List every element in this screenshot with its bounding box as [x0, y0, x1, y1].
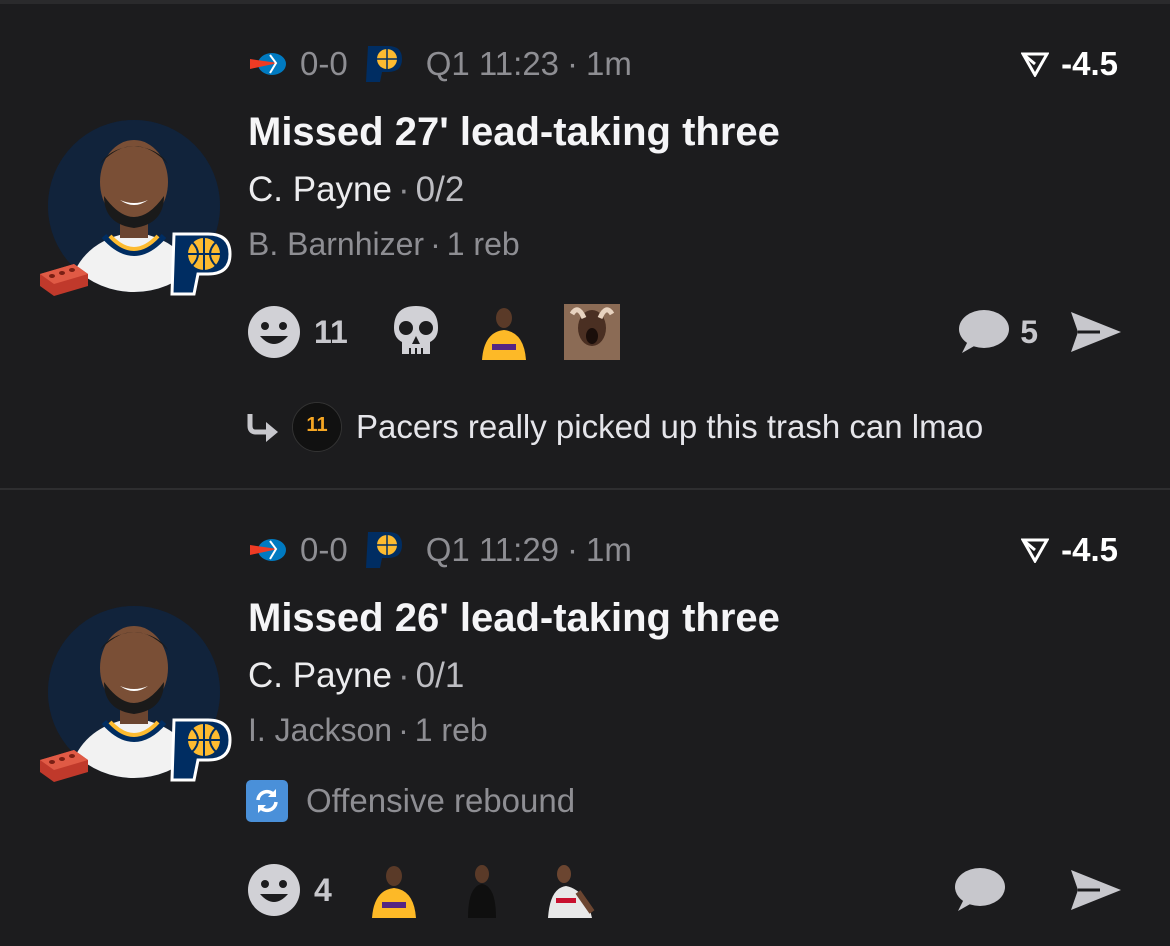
rebounder-name[interactable]: I. Jackson — [248, 712, 392, 748]
comment-icon[interactable] — [950, 865, 1006, 915]
play-title: Missed 27' lead-taking three — [248, 110, 780, 154]
reactions-row: 4 — [246, 860, 630, 920]
game-meta: 0-0 Q1 11:29 · 1m — [248, 528, 632, 572]
spread-badge: -4.5 — [1021, 528, 1118, 572]
rebound-stat: 1 reb — [446, 226, 520, 262]
post-age: 1m — [586, 45, 632, 82]
shooter-stat: 0/1 — [415, 656, 465, 695]
game-clock: Q1 11:29 — [425, 531, 560, 568]
game-clock: Q1 11:23 — [425, 45, 560, 82]
separator: · — [567, 531, 579, 568]
player-avatar-group[interactable] — [38, 606, 238, 796]
pacers-logo-icon — [170, 718, 232, 782]
brick-icon — [40, 750, 88, 782]
play-title: Missed 26' lead-taking three — [248, 596, 780, 640]
separator: · — [398, 712, 409, 748]
thunder-logo-icon — [250, 539, 286, 561]
smiley-icon[interactable] — [246, 304, 302, 360]
reply-avatar-number: 11 — [306, 414, 327, 436]
reaction-count: 11 — [314, 313, 348, 350]
play-card[interactable]: 0-0 Q1 11:23 · 1m -4.5 Missed 27' lead-t… — [0, 0, 1170, 488]
rebounder-line: I. Jackson · 1 reb — [248, 712, 488, 749]
thunder-logo-icon — [250, 53, 286, 75]
separator: · — [567, 45, 579, 82]
spread-badge: -4.5 — [1021, 42, 1118, 86]
skull-icon[interactable] — [388, 304, 444, 360]
spread-arrow-icon — [1021, 52, 1050, 77]
lebron-reaction-icon[interactable] — [366, 862, 422, 918]
shooter-line: C. Payne · 0/2 — [248, 170, 464, 210]
reply-arrow-icon — [247, 414, 278, 442]
rebounder-line: B. Barnhizer · 1 reb — [248, 226, 520, 263]
smiley-icon[interactable] — [246, 862, 302, 918]
play-card[interactable]: 0-0 Q1 11:29 · 1m -4.5 Missed 26' lead-t… — [0, 490, 1170, 946]
comment-icon[interactable] — [954, 307, 1010, 357]
send-icon[interactable] — [1068, 866, 1124, 914]
post-age: 1m — [586, 531, 632, 568]
rebound-stat: 1 reb — [414, 712, 488, 748]
shooter-line: C. Payne · 0/1 — [248, 656, 464, 696]
separator: · — [397, 170, 410, 209]
tag-label: Offensive rebound — [306, 782, 576, 819]
shocked-reaction-icon[interactable] — [563, 304, 620, 360]
comment-count: 5 — [1020, 313, 1038, 350]
send-icon[interactable] — [1068, 308, 1124, 356]
game-meta: 0-0 Q1 11:23 · 1m — [248, 42, 632, 86]
spread-value: -4.5 — [1061, 531, 1118, 568]
score: 0-0 — [300, 45, 348, 82]
avatar[interactable]: 11 — [292, 402, 342, 452]
pacers-logo-icon — [170, 232, 232, 296]
top-reply[interactable]: 11 Pacers really picked up this trash ca… — [246, 402, 983, 452]
reaction-count: 4 — [314, 871, 332, 908]
post-actions: 5 — [954, 302, 1124, 362]
player-avatar-group[interactable] — [38, 120, 238, 310]
score: 0-0 — [300, 531, 348, 568]
brick-icon — [40, 264, 88, 296]
lebron-reaction-icon[interactable] — [476, 304, 532, 360]
shooter-name[interactable]: C. Payne — [248, 656, 392, 695]
shooter-stat: 0/2 — [415, 170, 465, 209]
refresh-icon — [246, 780, 288, 822]
reply-text: Pacers really picked up this trash can l… — [356, 408, 984, 445]
rebounder-name[interactable]: B. Barnhizer — [248, 226, 424, 262]
spread-arrow-icon — [1021, 538, 1050, 563]
pacers-logo-icon — [365, 532, 402, 568]
spread-value: -4.5 — [1061, 45, 1118, 82]
hawks-player-reaction-icon[interactable] — [542, 862, 598, 918]
separator: · — [430, 226, 441, 262]
shooter-name[interactable]: C. Payne — [248, 170, 392, 209]
coach-reaction-icon[interactable] — [454, 862, 510, 918]
separator: · — [397, 656, 410, 695]
post-actions — [950, 860, 1124, 920]
play-tag: Offensive rebound — [246, 780, 575, 822]
pacers-logo-icon — [365, 46, 402, 82]
reactions-row: 11 — [246, 302, 652, 362]
